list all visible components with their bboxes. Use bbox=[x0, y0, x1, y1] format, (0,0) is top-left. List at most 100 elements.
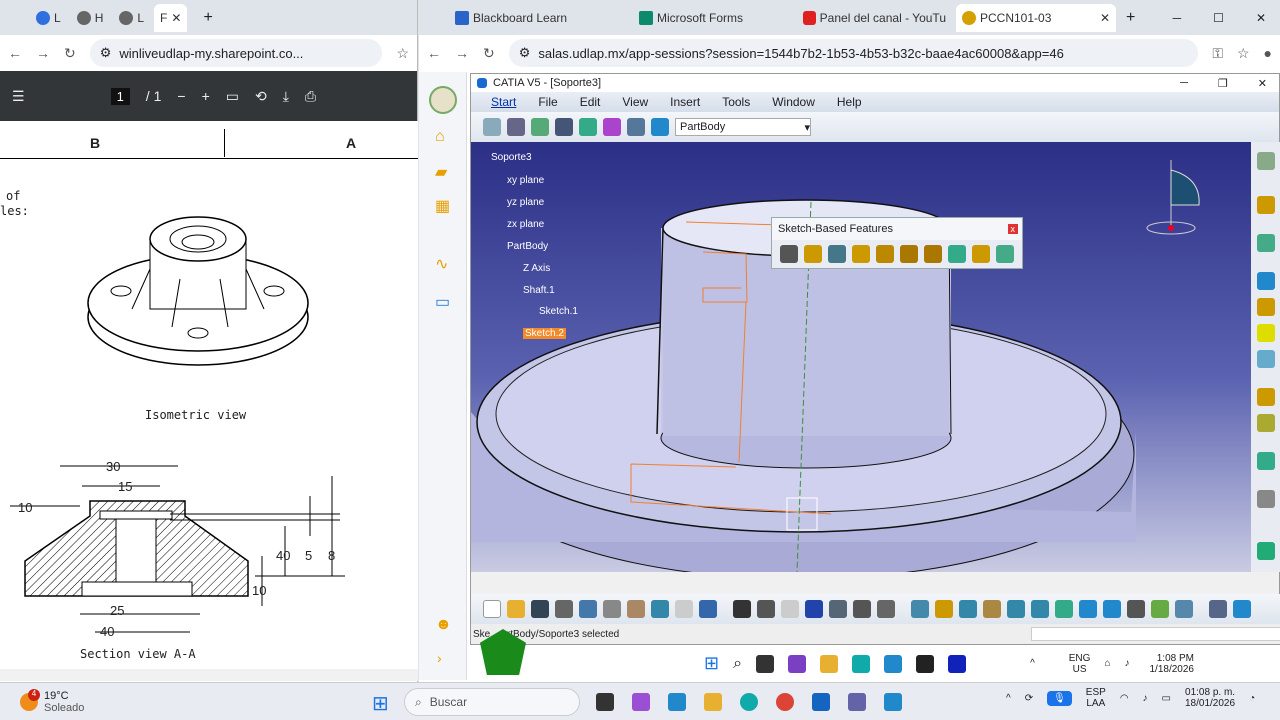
stiffener-icon[interactable] bbox=[948, 245, 966, 263]
whats-this-icon[interactable] bbox=[699, 600, 717, 618]
maximize-icon[interactable]: ☐ bbox=[1199, 11, 1238, 25]
views-icon[interactable] bbox=[1079, 600, 1097, 618]
weather-widget[interactable]: 4 19°C Soleado bbox=[0, 688, 84, 714]
profile-icon[interactable]: ● bbox=[1264, 45, 1272, 61]
tree-item[interactable]: xy plane bbox=[507, 175, 544, 186]
transform-icon[interactable] bbox=[1257, 414, 1275, 432]
part-icon[interactable] bbox=[579, 118, 597, 136]
tree-root[interactable]: Soporte3 bbox=[491, 152, 532, 163]
tree-item[interactable]: zx plane bbox=[507, 219, 544, 230]
explorer-icon[interactable] bbox=[820, 654, 839, 673]
remote-clock[interactable]: 1:08 PM 1/18/2026 bbox=[1149, 653, 1194, 675]
chevron-right-icon[interactable]: › bbox=[437, 650, 442, 666]
edge-icon[interactable] bbox=[740, 693, 758, 711]
tree-item[interactable]: Sketch.1 bbox=[539, 306, 578, 317]
battery-icon[interactable]: ▭ bbox=[1162, 693, 1171, 704]
remote-app-icon[interactable] bbox=[884, 693, 902, 711]
pan-icon[interactable] bbox=[959, 600, 977, 618]
surface-icon[interactable] bbox=[1257, 452, 1275, 470]
chevron-up-icon[interactable]: ^ bbox=[1006, 693, 1011, 704]
tree-item[interactable]: yz plane bbox=[507, 197, 544, 208]
constraint-icon[interactable] bbox=[603, 118, 621, 136]
explorer-icon[interactable] bbox=[704, 693, 722, 711]
maximize-icon[interactable]: ❐ bbox=[1206, 77, 1240, 90]
close-icon[interactable]: ✕ bbox=[1246, 77, 1279, 90]
page-input[interactable]: 1 bbox=[110, 87, 130, 105]
windows-icon[interactable]: ⊞ bbox=[704, 653, 719, 674]
tree-item-selected[interactable]: Sketch.2 bbox=[523, 328, 566, 339]
redo-icon[interactable] bbox=[675, 600, 693, 618]
save-icon[interactable] bbox=[531, 600, 549, 618]
draft-icon[interactable] bbox=[1257, 350, 1275, 368]
render-icon[interactable] bbox=[1103, 600, 1121, 618]
notification-bell-icon[interactable]: ◔ bbox=[1249, 693, 1255, 704]
swap-icon[interactable] bbox=[877, 600, 895, 618]
zoom-out-icon[interactable] bbox=[1031, 600, 1049, 618]
measure-icon[interactable] bbox=[555, 118, 573, 136]
gear-icon[interactable] bbox=[1257, 152, 1275, 170]
print-icon[interactable] bbox=[555, 600, 573, 618]
key-icon[interactable]: ⚿ bbox=[1212, 45, 1223, 62]
menu-window[interactable]: Window bbox=[772, 95, 815, 109]
remote-language[interactable]: ENG US bbox=[1069, 653, 1091, 675]
edge-icon[interactable] bbox=[852, 654, 871, 673]
hole-icon[interactable] bbox=[876, 245, 894, 263]
screen-icon[interactable]: ▭ bbox=[435, 292, 450, 312]
menu-start[interactable]: Start bbox=[491, 95, 516, 109]
rib-icon[interactable] bbox=[900, 245, 918, 263]
microphone-icon[interactable]: 🎙 bbox=[1047, 690, 1072, 706]
user-icon[interactable]: ☻ bbox=[435, 616, 452, 634]
language-indicator[interactable]: ESP LAA bbox=[1086, 687, 1106, 709]
menu-tools[interactable]: Tools bbox=[722, 95, 750, 109]
apps-icon[interactable]: ▦ bbox=[435, 196, 450, 216]
update-icon[interactable] bbox=[483, 118, 501, 136]
wifi-icon[interactable]: ◠ bbox=[1120, 693, 1129, 704]
fit-icon[interactable]: ▭ bbox=[226, 88, 239, 105]
activity-icon[interactable]: ∿ bbox=[435, 254, 448, 274]
minimize-icon[interactable]: ─ bbox=[1168, 77, 1200, 89]
copilot-icon[interactable] bbox=[632, 693, 650, 711]
copy-icon[interactable] bbox=[603, 600, 621, 618]
sync-icon[interactable]: ⟳ bbox=[1025, 693, 1033, 704]
back-icon[interactable]: ← bbox=[8, 45, 22, 61]
shaft-icon[interactable] bbox=[828, 245, 846, 263]
chrome-icon[interactable] bbox=[776, 693, 794, 711]
formula-icon[interactable] bbox=[733, 600, 751, 618]
network-icon[interactable]: ⌂ bbox=[1104, 658, 1110, 669]
left-tab-1[interactable]: L bbox=[30, 4, 67, 32]
task-view-icon[interactable] bbox=[756, 654, 775, 673]
axis-system-icon[interactable] bbox=[1257, 542, 1275, 560]
menu-help[interactable]: Help bbox=[837, 95, 862, 109]
url-field[interactable]: ⚙ winliveudlap-my.sharepoint.co... bbox=[89, 39, 383, 67]
compass-widget[interactable] bbox=[1131, 150, 1221, 240]
tab-pccn[interactable]: PCCN101-03 ✕ bbox=[956, 3, 1116, 32]
menu-insert[interactable]: Insert bbox=[670, 95, 700, 109]
open-icon[interactable] bbox=[507, 600, 525, 618]
volume-icon[interactable]: ♪ bbox=[1124, 658, 1129, 669]
tree-item[interactable]: PartBody bbox=[507, 241, 548, 252]
link-icon[interactable] bbox=[781, 600, 799, 618]
compass-icon[interactable] bbox=[507, 118, 525, 136]
close-window-icon[interactable]: ✕ bbox=[1242, 11, 1280, 25]
body-icon[interactable] bbox=[651, 118, 669, 136]
taskbar-search[interactable]: ⌕ Buscar bbox=[404, 688, 580, 716]
solid-icon[interactable] bbox=[1257, 324, 1275, 342]
tab-forms[interactable]: Microsoft Forms bbox=[633, 4, 793, 32]
zoom-in-icon[interactable]: + bbox=[202, 88, 210, 104]
tree-item[interactable]: Shaft.1 bbox=[523, 285, 555, 296]
slot-icon[interactable] bbox=[924, 245, 942, 263]
hide-icon[interactable] bbox=[853, 600, 871, 618]
paste-icon[interactable] bbox=[627, 600, 645, 618]
terminal-icon[interactable] bbox=[916, 654, 935, 673]
pocket-icon[interactable] bbox=[804, 245, 822, 263]
axis-icon[interactable] bbox=[531, 118, 549, 136]
outlook-icon[interactable] bbox=[812, 693, 830, 711]
print-icon[interactable]: ⎙ bbox=[305, 88, 316, 105]
box-icon[interactable] bbox=[1257, 298, 1275, 316]
forward-icon[interactable]: → bbox=[36, 45, 50, 61]
tab-blackboard[interactable]: Blackboard Learn bbox=[449, 4, 629, 32]
task-view-icon[interactable] bbox=[596, 693, 614, 711]
zoom-in-icon[interactable] bbox=[1007, 600, 1025, 618]
left-tab-3[interactable]: L bbox=[113, 4, 150, 32]
new-tab-icon[interactable]: + bbox=[1126, 9, 1135, 27]
